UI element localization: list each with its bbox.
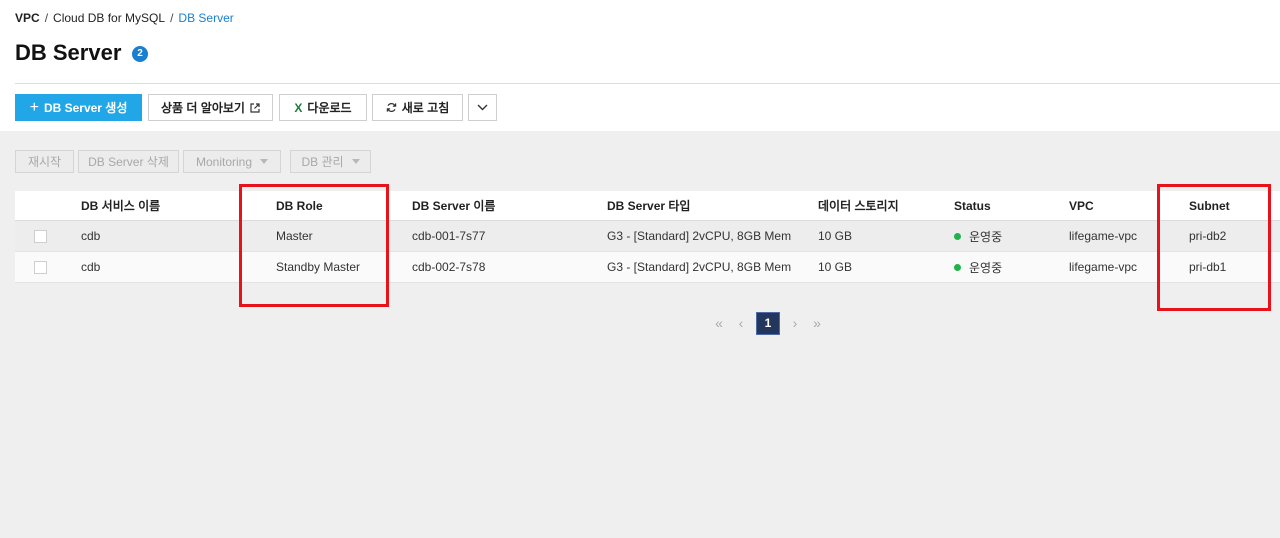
cell-server-type: G3 - [Standard] 2vCPU, 8GB Mem [607,260,792,274]
pagination: « ‹ 1 › » [708,311,828,335]
cell-status: 운영중 [954,252,1002,282]
restart-button[interactable]: 재시작 [15,150,74,173]
status-text: 운영중 [969,260,1003,275]
cell-subnet: pri-db2 [1189,229,1227,243]
col-status[interactable]: Status [954,191,991,220]
cell-vpc: lifegame-vpc [1069,260,1138,274]
monitoring-label: Monitoring [195,154,253,169]
breadcrumb-vpc[interactable]: VPC [15,11,40,25]
col-subnet[interactable]: Subnet [1189,191,1230,220]
delete-db-server-label: DB Server 삭제 [88,155,169,169]
caret-down-icon [351,159,360,164]
breadcrumb-cloud-db[interactable]: Cloud DB for MySQL [53,11,165,25]
table-row[interactable]: cdb Master cdb-001-7s77 G3 - [Standard] … [15,221,1280,252]
top-panel: VPC / Cloud DB for MySQL / DB Server DB … [0,0,1280,131]
refresh-label: 새로 고침 [401,101,450,115]
col-service-name[interactable]: DB 서비스 이름 [81,191,160,220]
col-server-type[interactable]: DB Server 타입 [607,191,690,220]
plus-icon: + [29,98,39,116]
breadcrumb-separator: / [44,11,49,25]
excel-icon: X [294,100,303,115]
count-badge: 2 [132,46,148,62]
external-link-icon [250,102,260,113]
monitoring-dropdown[interactable]: Monitoring [183,150,281,173]
breadcrumb-separator: / [170,11,174,25]
breadcrumb: VPC / Cloud DB for MySQL / DB Server [15,11,234,25]
next-page-icon[interactable]: › [784,312,806,334]
cell-status: 운영중 [954,221,1002,251]
cell-server-name: cdb-002-7s78 [412,260,486,274]
cell-storage: 10 GB [818,260,853,274]
col-server-name[interactable]: DB Server 이름 [412,191,495,220]
cell-subnet: pri-db1 [1189,260,1227,274]
row-checkbox[interactable] [34,230,47,243]
row-checkbox[interactable] [34,261,47,274]
status-text: 운영중 [969,229,1003,244]
create-db-server-label: DB Server 생성 [43,101,128,115]
cell-server-type: G3 - [Standard] 2vCPU, 8GB Mem [607,229,792,243]
restart-label: 재시작 [27,155,62,169]
cell-service-name: cdb [81,229,101,243]
refresh-button[interactable]: 새로 고침 [372,94,463,121]
cell-service-name: cdb [81,260,101,274]
col-vpc[interactable]: VPC [1069,191,1094,220]
breadcrumb-current[interactable]: DB Server [178,11,233,25]
page-title: DB Server [15,40,122,65]
first-page-icon[interactable]: « [708,312,730,334]
learn-more-label: 상품 더 알아보기 [161,101,245,115]
refresh-icon [386,103,396,112]
cell-vpc: lifegame-vpc [1069,229,1138,243]
create-db-server-button[interactable]: + DB Server 생성 [15,94,142,121]
header-divider [15,83,1280,84]
db-manage-dropdown[interactable]: DB 관리 [290,150,371,173]
col-storage[interactable]: 데이터 스토리지 [818,191,899,220]
prev-page-icon[interactable]: ‹ [730,312,752,334]
cell-db-role: Master [276,229,313,243]
col-db-role[interactable]: DB Role [276,191,323,220]
status-running-icon [954,263,961,271]
learn-more-button[interactable]: 상품 더 알아보기 [148,94,273,121]
cell-server-name: cdb-001-7s77 [412,229,486,243]
table-header: DB 서비스 이름 DB Role DB Server 이름 DB Server… [15,191,1280,221]
delete-db-server-button[interactable]: DB Server 삭제 [78,150,179,173]
more-options-button[interactable] [468,94,497,121]
last-page-icon[interactable]: » [806,312,828,334]
cell-db-role: Standby Master [276,260,361,274]
caret-down-icon [260,159,269,164]
db-server-table: DB 서비스 이름 DB Role DB Server 이름 DB Server… [15,191,1280,283]
chevron-down-icon [477,104,488,111]
download-button[interactable]: X 다운로드 [279,94,367,121]
page-current[interactable]: 1 [756,311,780,335]
table-row[interactable]: cdb Standby Master cdb-002-7s78 G3 - [St… [15,252,1280,283]
cell-storage: 10 GB [818,229,853,243]
download-label: 다운로드 [307,101,352,115]
status-running-icon [954,232,961,240]
db-manage-label: DB 관리 [301,155,344,169]
